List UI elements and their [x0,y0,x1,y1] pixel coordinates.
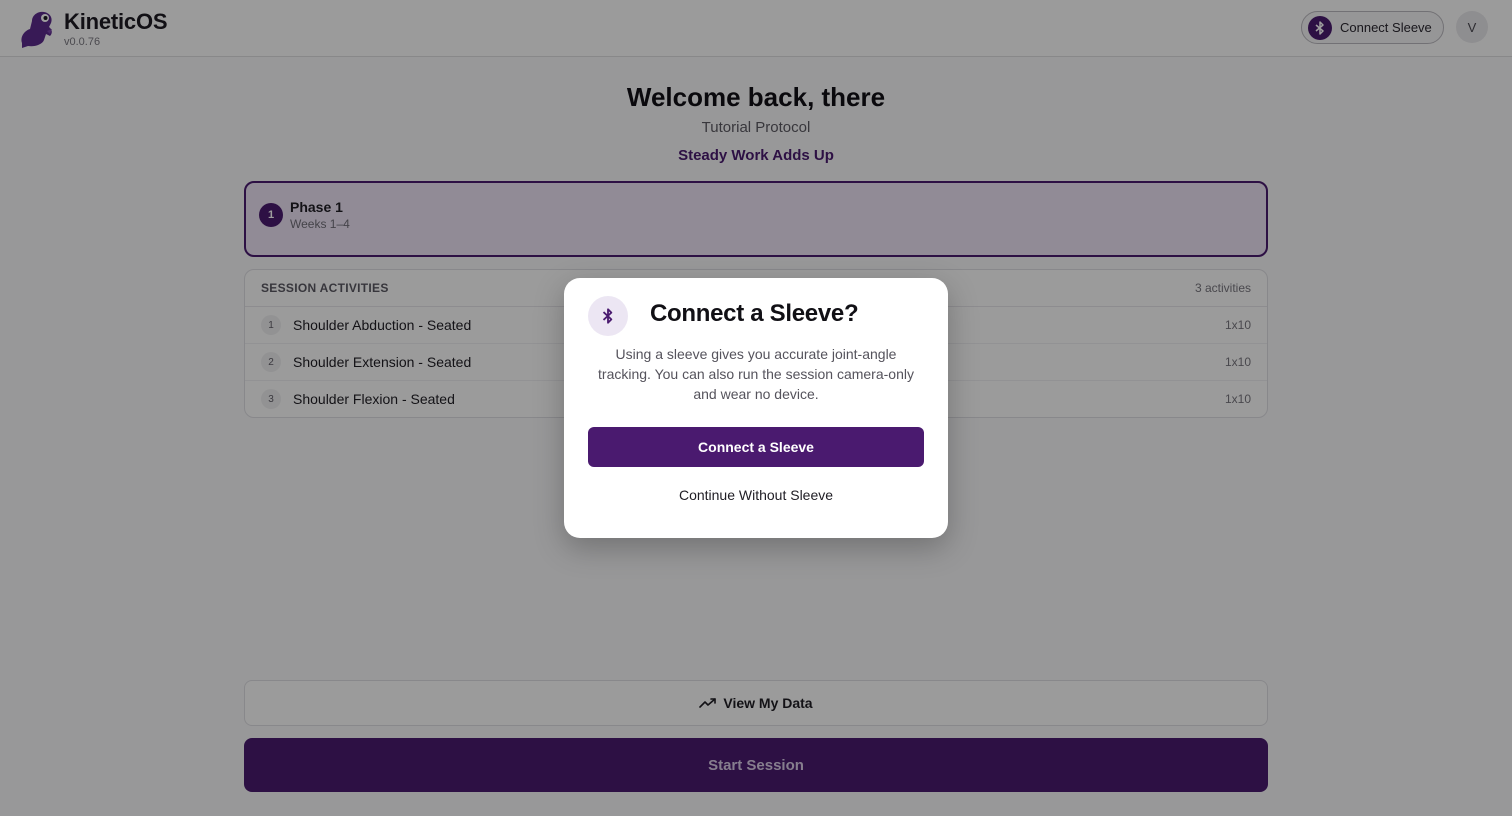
dialog-title: Connect a Sleeve? [650,300,859,327]
bluetooth-icon [588,296,628,336]
continue-without-sleeve-button[interactable]: Continue Without Sleeve [588,479,924,511]
dialog-message: Using a sleeve gives you accurate joint-… [598,346,914,402]
connect-sleeve-dialog: Connect a Sleeve? Using a sleeve gives y… [564,278,948,538]
connect-a-sleeve-button[interactable]: Connect a Sleeve [588,427,924,467]
